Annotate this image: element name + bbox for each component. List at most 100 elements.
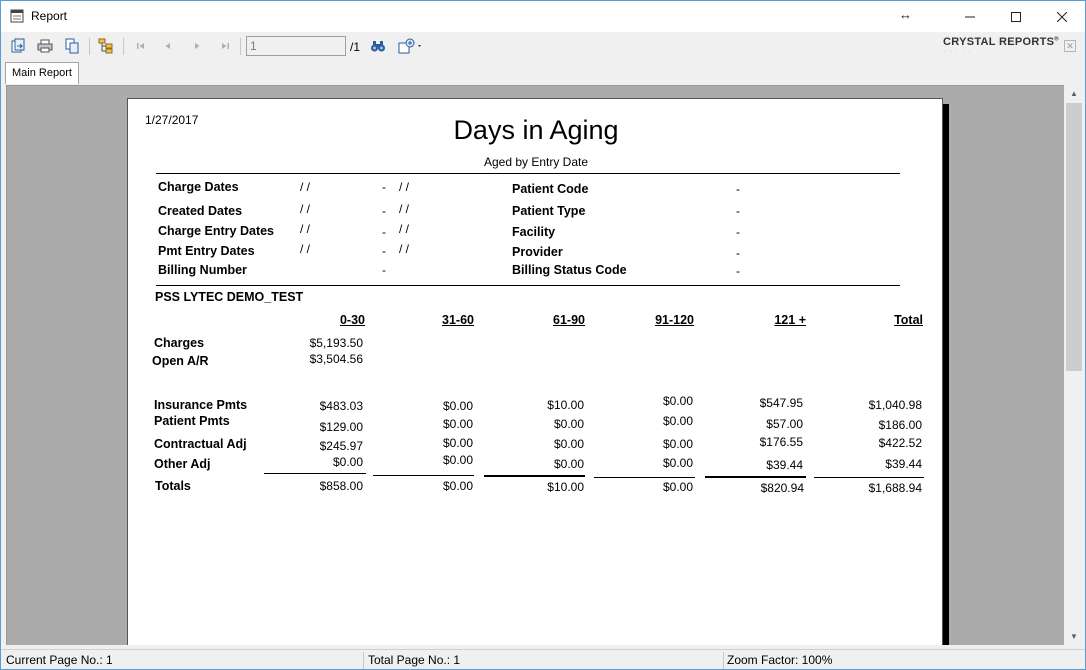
totals-rule [594, 477, 695, 478]
scroll-down-button[interactable]: ▼ [1064, 628, 1084, 645]
next-page-icon [195, 43, 200, 49]
row-value: $129.00 [319, 420, 363, 434]
row-label: Insurance Pmts [154, 398, 248, 412]
first-page-button[interactable] [131, 37, 151, 55]
report-subtitle: Aged by Entry Date [483, 155, 589, 169]
row-value: $0.00 [553, 437, 584, 451]
row-value: $0.00 [332, 455, 363, 469]
row-value: $245.97 [319, 439, 363, 453]
find-button[interactable] [368, 37, 388, 55]
charges-label: Charges [154, 336, 205, 350]
criteria-from: / / [300, 242, 311, 256]
previous-page-button[interactable] [158, 37, 178, 55]
close-button[interactable] [1039, 1, 1085, 32]
totals-rule [264, 473, 366, 474]
totals-rule [373, 475, 474, 476]
print-button[interactable] [35, 37, 55, 55]
criteria-label: Billing Number [158, 263, 247, 277]
row-value: $547.95 [759, 396, 803, 410]
zoom-button[interactable] [396, 37, 426, 55]
row-value: $10.00 [547, 398, 584, 412]
column-header: 0-30 [339, 313, 365, 327]
criteria-from: / / [300, 222, 311, 236]
row-label: Patient Pmts [154, 414, 230, 428]
row-value: $0.00 [442, 399, 473, 413]
criteria-from: / / [300, 202, 311, 216]
row-value: $186.00 [878, 418, 922, 432]
totals-value: $0.00 [662, 480, 693, 494]
criteria-label: Facility [512, 225, 556, 239]
row-value: $0.00 [553, 457, 584, 471]
copy-button[interactable] [62, 37, 82, 55]
scroll-up-button[interactable]: ▲ [1064, 85, 1084, 102]
row-label: Contractual Adj [154, 437, 247, 451]
row-value: $0.00 [442, 417, 473, 431]
row-value: $39.44 [766, 458, 803, 472]
row-value: $0.00 [442, 436, 473, 450]
minimize-button[interactable] [947, 1, 993, 32]
report-app-icon [10, 9, 24, 23]
row-value: $1,040.98 [868, 398, 922, 412]
row-value: $0.00 [662, 456, 693, 470]
row-value: $0.00 [442, 453, 473, 467]
copy-icon [65, 38, 79, 54]
minimize-icon [965, 16, 975, 17]
zoom-icon [398, 38, 421, 54]
close-tab-button[interactable]: ✕ [1064, 40, 1076, 52]
totals-value: $820.94 [760, 481, 804, 495]
tab-main-report[interactable]: Main Report [5, 62, 79, 84]
crystal-reports-logo-dots: · · · · · [943, 48, 972, 55]
page-number-input[interactable] [246, 36, 346, 56]
toolbar-separator [240, 38, 241, 55]
tab-bar: Main Report [1, 61, 1085, 85]
row-value: $0.00 [662, 414, 693, 428]
window-title: Report [31, 9, 68, 23]
first-page-icon [137, 43, 144, 49]
totals-value: $1,688.94 [868, 481, 922, 495]
criteria-sep: - [382, 225, 386, 239]
totals-value: $10.00 [547, 480, 584, 494]
row-value: $176.55 [759, 435, 803, 449]
maximize-button[interactable] [993, 1, 1039, 32]
criteria-to: / / [399, 222, 410, 236]
criteria-to: / / [399, 202, 410, 216]
previous-page-icon [165, 43, 170, 49]
export-icon [11, 38, 25, 53]
row-value: $483.03 [319, 399, 363, 413]
vertical-scrollbar[interactable]: ▲ ▼ [1064, 85, 1084, 645]
criteria-sep: - [736, 182, 740, 196]
report-window: Report ↔ 1 /1 CRYSTAL REPORTS® · · · · ·… [0, 0, 1086, 670]
header-rule [156, 173, 900, 174]
next-page-button[interactable] [187, 37, 207, 55]
toolbar-separator [123, 38, 124, 55]
status-divider [723, 652, 724, 669]
open-ar-value: $3,504.56 [309, 352, 363, 366]
last-page-icon [222, 43, 229, 49]
row-value: $39.44 [885, 457, 922, 471]
totals-rule [814, 477, 924, 478]
toolbar-separator [89, 38, 90, 55]
criteria-label: Billing Status Code [512, 263, 627, 277]
report-viewport[interactable]: 1/27/2017 Days in Aging Aged by Entry Da… [6, 85, 1064, 645]
criteria-label: Provider [512, 245, 563, 259]
row-value: $57.00 [766, 417, 803, 431]
report-page: 1/27/2017 Days in Aging Aged by Entry Da… [127, 98, 943, 645]
toolbar: /1 CRYSTAL REPORTS® · · · · · ✕ [1, 32, 1085, 61]
criteria-label: Charge Entry Dates [158, 224, 275, 238]
printer-icon [37, 39, 53, 53]
row-label: Other Adj [154, 457, 211, 471]
criteria-to: / / [399, 242, 410, 256]
criteria-label: Pmt Entry Dates [158, 244, 255, 258]
crystal-reports-logo: CRYSTAL REPORTS® [943, 36, 1059, 48]
close-icon: ✕ [1066, 41, 1074, 51]
criteria-label: Patient Code [512, 182, 589, 196]
group-tree-button[interactable] [96, 37, 116, 55]
scroll-thumb[interactable] [1066, 103, 1082, 371]
export-button[interactable] [8, 37, 28, 55]
criteria-label: Created Dates [158, 204, 243, 218]
status-bar: Current Page No.: 1 Total Page No.: 1 Zo… [1, 649, 1085, 669]
zoom-factor-status: Zoom Factor: 100% [727, 653, 833, 667]
status-divider [363, 652, 364, 669]
last-page-button[interactable] [215, 37, 235, 55]
criteria-sep: - [736, 204, 740, 218]
